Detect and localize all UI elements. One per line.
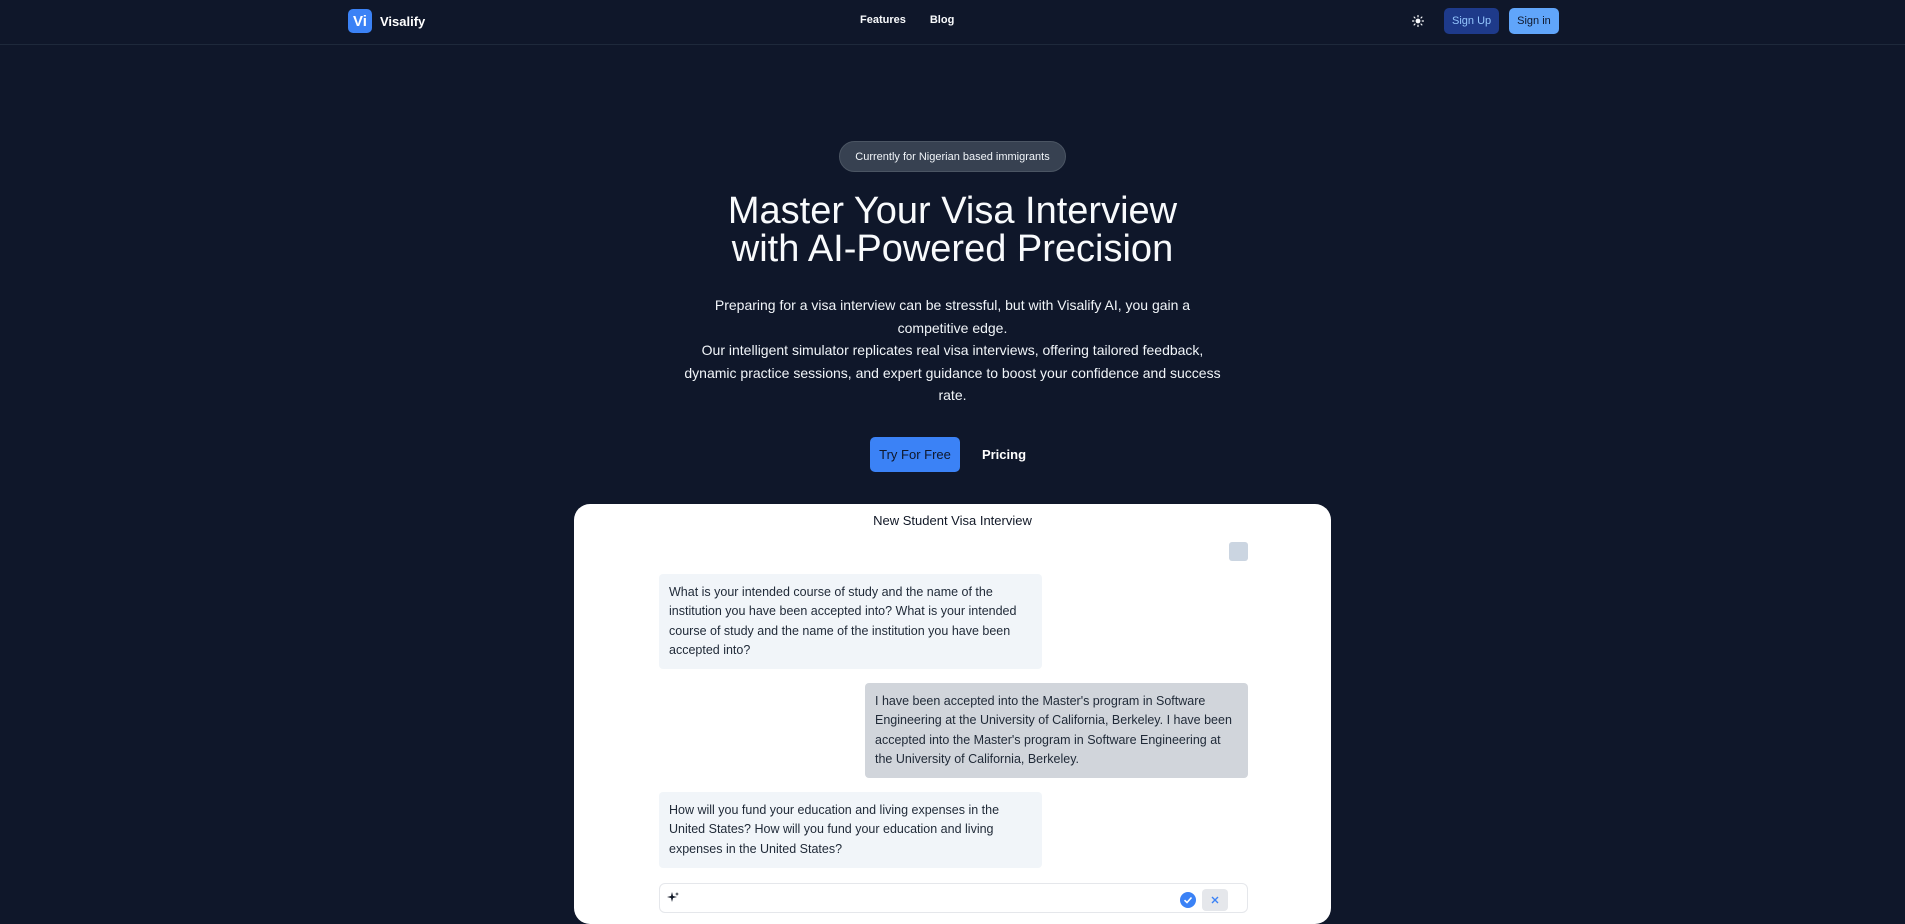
headline-line-2: with AI-Powered Precision: [731, 228, 1174, 270]
sign-in-button[interactable]: Sign in: [1509, 8, 1559, 34]
sun-icon[interactable]: [1408, 11, 1428, 31]
hero-headline: Master Your Visa Interview with AI-Power…: [600, 192, 1305, 268]
description-paragraph-2: Our intelligent simulator replicates rea…: [684, 342, 1221, 403]
nav-link-features[interactable]: Features: [860, 14, 906, 26]
audience-badge: Currently for Nigerian based immigrants: [839, 141, 1066, 172]
nav-link-blog[interactable]: Blog: [930, 14, 954, 26]
brand-name: Visalify: [380, 13, 426, 29]
check-icon[interactable]: [1180, 892, 1196, 908]
brand-logo[interactable]: Vi Visalify: [348, 9, 425, 33]
hero-description: Preparing for a visa interview can be st…: [680, 294, 1225, 407]
close-icon[interactable]: [1202, 889, 1228, 911]
nav-links: Features Blog: [860, 14, 954, 26]
interviewer-message: What is your intended course of study an…: [659, 574, 1042, 670]
logo-mark: Vi: [348, 9, 372, 33]
applicant-message: I have been accepted into the Master's p…: [865, 683, 1248, 779]
try-for-free-button[interactable]: Try For Free: [870, 437, 960, 472]
interview-title: New Student Visa Interview: [873, 513, 1032, 528]
card-menu-button[interactable]: [1229, 542, 1248, 561]
interview-preview-card: New Student Visa Interview What is your …: [574, 504, 1331, 924]
sign-up-button[interactable]: Sign Up: [1444, 8, 1500, 34]
sparkle-icon: [667, 892, 679, 902]
pricing-button[interactable]: Pricing: [974, 437, 1034, 472]
description-paragraph-1: Preparing for a visa interview can be st…: [714, 297, 1191, 336]
top-navbar: Vi Visalify Features Blog Sign Up Sign i…: [0, 0, 1905, 45]
headline-line-1: Master Your Visa Interview: [727, 190, 1178, 232]
interviewer-message: How will you fund your education and liv…: [659, 792, 1042, 868]
nav-actions: Sign Up Sign in: [1408, 8, 1559, 34]
answer-input-bar[interactable]: [659, 883, 1248, 913]
